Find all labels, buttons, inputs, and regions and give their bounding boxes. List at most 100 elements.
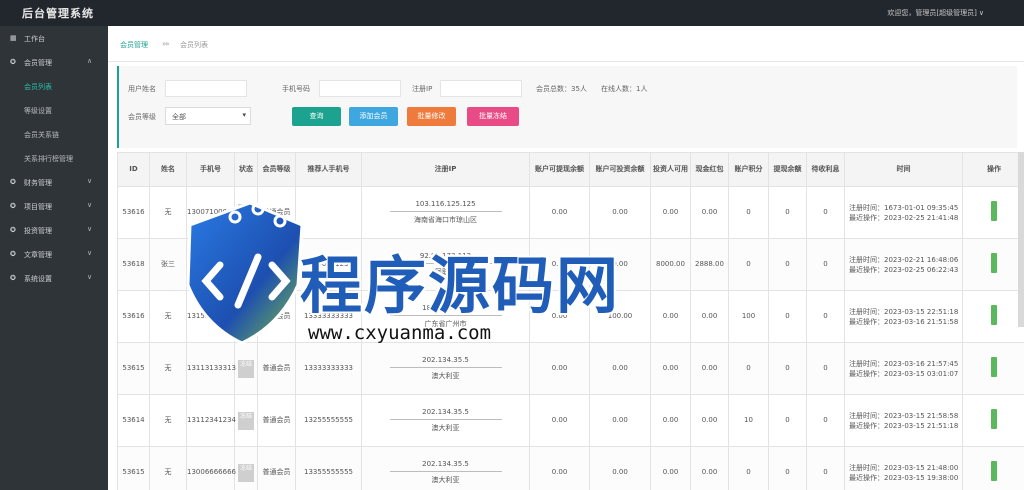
cell-pending-interest: 0	[806, 238, 845, 291]
last-action-time: 最近操作：2023-02-25 21:41:48	[849, 213, 959, 222]
cell-available: 0.00	[650, 186, 691, 239]
cell-pending-interest: 0	[806, 342, 845, 395]
sidebar-item-system[interactable]: ✪ 系统设置 ∨	[0, 266, 108, 290]
column-header: ID	[117, 152, 150, 187]
watermark-logo-icon	[186, 201, 304, 345]
cell-phone: 13112341234	[186, 394, 236, 447]
cell-time: 注册时间：2023-02-21 16:48:06 最近操作：2023-02-25 …	[844, 238, 963, 291]
sidebar-item-member-list[interactable]: 会员列表	[0, 74, 108, 98]
cell-id: 53618	[117, 238, 150, 291]
column-header: 会员等级	[257, 152, 296, 187]
cell-investable: 0.00	[589, 446, 651, 490]
cell-id: 53616	[117, 186, 150, 239]
cell-time: 注册时间：1673-01-01 09:35:45 最近操作：2023-02-25 …	[844, 186, 963, 239]
register-time: 注册时间：2023-03-15 22:51:18	[849, 307, 959, 316]
cell-status: 冻结	[234, 446, 258, 490]
cell-id: 53614	[117, 394, 150, 447]
sidebar-item-finance[interactable]: ✪ 财务管理 ∨	[0, 170, 108, 194]
member-total-label: 会员总数：	[536, 85, 571, 93]
action-button[interactable]	[991, 408, 997, 429]
status-badge[interactable]: 冻结	[238, 412, 254, 430]
username-input[interactable]	[165, 80, 247, 97]
last-action-time: 最近操作：2023-02-25 06:22:43	[849, 265, 959, 274]
ip-label: 注册IP	[412, 85, 433, 93]
last-action-time: 最近操作：2023-03-15 03:01:07	[849, 369, 959, 378]
cell-actions	[962, 394, 1024, 447]
chevron-down-icon: ∨	[87, 201, 93, 209]
cell-ip: 202.134.35.5 澳大利亚	[361, 446, 530, 490]
sidebar-item-level-settings[interactable]: 等级设置	[0, 98, 108, 122]
level-select-value: 全部	[172, 113, 186, 121]
status-badge[interactable]: 冻结	[238, 464, 254, 482]
cell-withdraw-balance: 0	[768, 186, 807, 239]
sidebar-item-investments[interactable]: ✪ 投资管理 ∨	[0, 218, 108, 242]
user-name: 欢迎您，管理员[超级管理员]	[887, 9, 977, 17]
gear-icon: ✪	[10, 58, 16, 66]
sidebar-item-dashboard[interactable]: ▦ 工作台	[0, 26, 108, 50]
action-button[interactable]	[991, 200, 997, 221]
sidebar-item-ranking[interactable]: 关系排行榜管理	[0, 146, 108, 170]
cell-name: 无	[149, 446, 187, 490]
cell-time: 注册时间：2023-03-16 21:57:45 最近操作：2023-03-15 …	[844, 342, 963, 395]
cell-points: 10	[728, 394, 769, 447]
search-button[interactable]: 查询	[292, 107, 341, 126]
cell-red-packet: 0.00	[690, 290, 729, 343]
action-button[interactable]	[991, 304, 997, 325]
action-button[interactable]	[991, 252, 997, 273]
cell-withdraw-balance: 0	[768, 342, 807, 395]
cell-available: 8000.00	[650, 238, 691, 291]
add-member-button[interactable]: 添加会员	[349, 107, 398, 126]
ip-location: 澳大利亚	[431, 476, 460, 484]
sidebar-item-label: 会员关系链	[24, 131, 59, 139]
batch-edit-button[interactable]: 批量修改	[407, 107, 456, 126]
cell-points: 0	[728, 238, 769, 291]
chevron-down-icon: ∨	[87, 249, 93, 257]
level-select[interactable]: 全部 ▾	[165, 107, 251, 125]
column-header: 账户可投资余额	[589, 152, 651, 187]
sidebar: ▦ 工作台 ✪ 会员管理 ∧ 会员列表 等级设置 会员关系链 关系排行榜管理 ✪…	[0, 26, 108, 490]
user-menu[interactable]: 欢迎您，管理员[超级管理员] ∨	[887, 8, 984, 18]
sidebar-item-label: 项目管理	[24, 203, 52, 211]
column-header: 操作	[962, 152, 1024, 187]
level-label: 会员等级	[128, 113, 156, 121]
cell-red-packet: 0.00	[690, 446, 729, 490]
filter-panel: 用户姓名 手机号码 注册IP 会员总数：35人 在线人数：1人 会员等级 全部 …	[117, 66, 1017, 148]
ip-address: 202.134.35.5	[389, 407, 502, 420]
action-button[interactable]	[991, 460, 997, 481]
cell-available: 0.00	[650, 446, 691, 490]
online-count-value: 1人	[636, 85, 648, 93]
column-header: 提现余额	[768, 152, 807, 187]
member-total: 会员总数：35人	[536, 84, 587, 94]
sidebar-item-label: 等级设置	[24, 107, 52, 115]
cell-available: 0.00	[650, 290, 691, 343]
table-header-row: ID 姓名 手机号 状态 会员等级 推荐人手机号 注册IP 账户可提现余额 账户…	[117, 152, 1024, 187]
cell-red-packet: 2888.00	[690, 238, 729, 291]
cell-time: 注册时间：2023-03-15 22:51:18 最近操作：2023-03-16 …	[844, 290, 963, 343]
last-action-time: 最近操作：2023-03-15 21:51:18	[849, 421, 959, 430]
phone-input[interactable]	[319, 80, 401, 97]
sidebar-item-members[interactable]: ✪ 会员管理 ∧	[0, 50, 108, 74]
register-time: 注册时间：2023-03-15 21:48:00	[849, 463, 959, 472]
chevron-down-icon: ∨	[87, 273, 93, 281]
cell-points: 100	[728, 290, 769, 343]
cell-actions	[962, 342, 1024, 395]
action-button[interactable]	[991, 356, 997, 377]
column-header: 投资人可用	[650, 152, 691, 187]
register-time: 注册时间：1673-01-01 09:35:45	[849, 203, 959, 212]
cell-red-packet: 0.00	[690, 394, 729, 447]
sidebar-item-projects[interactable]: ✪ 项目管理 ∨	[0, 194, 108, 218]
cell-withdraw-balance: 0	[768, 446, 807, 490]
chevron-down-icon: ∨	[87, 177, 93, 185]
cell-available: 0.00	[650, 342, 691, 395]
cell-pending-interest: 0	[806, 186, 845, 239]
breadcrumb-parent[interactable]: 会员管理	[120, 40, 148, 50]
cell-actions	[962, 290, 1024, 343]
cell-level: 普通会员	[257, 394, 296, 447]
ip-input[interactable]	[440, 80, 522, 97]
vertical-scrollbar[interactable]	[1018, 152, 1024, 327]
cell-time: 注册时间：2023-03-15 21:58:58 最近操作：2023-03-15 …	[844, 394, 963, 447]
batch-freeze-button[interactable]: 批量冻结	[467, 107, 519, 126]
sidebar-item-articles[interactable]: ✪ 文章管理 ∨	[0, 242, 108, 266]
sidebar-item-member-relations[interactable]: 会员关系链	[0, 122, 108, 146]
watermark-url: www.cxyuanma.com	[308, 322, 492, 344]
